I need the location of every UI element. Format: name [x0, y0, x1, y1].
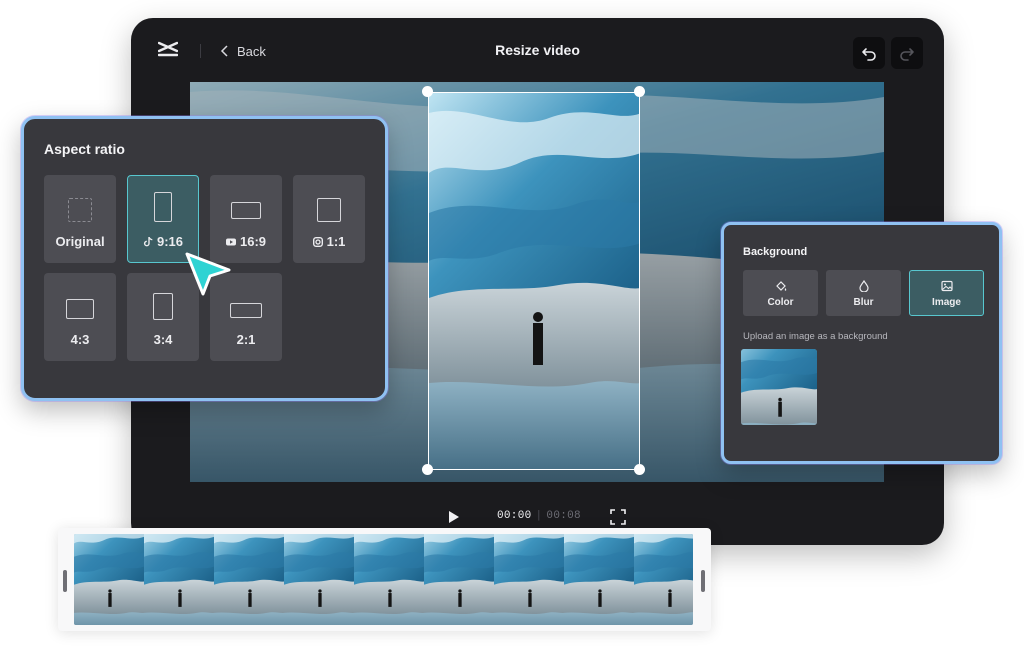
ratio-label: 1:1 — [294, 234, 364, 249]
ratio-shape — [154, 192, 172, 222]
ratio-shape — [68, 198, 92, 222]
background-title: Background — [743, 246, 808, 258]
crop-handle-bottom-right[interactable] — [634, 464, 645, 475]
timeline-frame — [494, 534, 564, 625]
instagram-icon — [312, 236, 323, 247]
current-time: 00:00 — [497, 510, 532, 522]
ratio-shape — [66, 299, 94, 319]
background-option-label: Color — [767, 297, 794, 308]
time-separator: | — [535, 510, 543, 522]
ratio-shape — [153, 293, 173, 320]
crop-handle-top-left[interactable] — [422, 86, 433, 97]
timeline-frame — [424, 534, 494, 625]
thumbnail-image — [741, 349, 817, 425]
ratio-label: 3:4 — [153, 332, 173, 347]
timeline-frames — [74, 534, 693, 625]
background-image-option[interactable]: Image — [909, 270, 984, 316]
image-icon — [941, 280, 953, 292]
youtube-icon — [225, 238, 236, 245]
crop-handle-bottom-left[interactable] — [422, 464, 433, 475]
droplet-icon — [859, 280, 869, 292]
ratio-shape — [230, 303, 262, 318]
ratio-original[interactable]: Original — [44, 175, 116, 263]
redo-icon — [900, 48, 914, 61]
ratio-label: 4:3 — [70, 332, 90, 347]
aspect-ratio-title: Aspect ratio — [44, 141, 125, 157]
ratio-1-1[interactable]: 1:1 — [293, 175, 365, 263]
timeline-frame — [74, 534, 144, 625]
pointer-cursor-icon — [185, 252, 231, 296]
top-bar: Back Resize video — [131, 18, 944, 84]
crop-frame[interactable] — [428, 92, 640, 470]
ratio-shape — [317, 198, 341, 222]
ratio-label: 2:1 — [236, 332, 256, 347]
fullscreen-icon[interactable] — [610, 509, 626, 525]
ratio-label: 16:9 — [211, 234, 281, 249]
redo-button[interactable] — [891, 37, 923, 69]
ratio-shape — [231, 202, 261, 219]
background-option-label: Image — [932, 297, 961, 308]
background-panel: Background Color Blur Image Upload an im… — [721, 222, 1002, 464]
upload-hint: Upload an image as a background — [743, 331, 888, 342]
background-option-label: Blur — [853, 297, 874, 308]
time-display: 00:00 | 00:08 — [497, 510, 581, 522]
stage: Back Resize video 00:00 | 00:08 Aspect r… — [0, 0, 1024, 653]
timeline-frame — [144, 534, 214, 625]
trim-handle-right[interactable] — [701, 570, 705, 592]
duration: 00:08 — [546, 510, 581, 522]
crop-handle-top-right[interactable] — [634, 86, 645, 97]
trim-handle-left[interactable] — [63, 570, 67, 592]
timeline-frame — [214, 534, 284, 625]
background-blur-option[interactable]: Blur — [826, 270, 901, 316]
timeline-frame — [284, 534, 354, 625]
timeline-frame — [354, 534, 424, 625]
background-color-option[interactable]: Color — [743, 270, 818, 316]
undo-button[interactable] — [853, 37, 885, 69]
play-icon[interactable] — [445, 509, 461, 525]
undo-icon — [862, 48, 876, 61]
timeline-strip[interactable] — [58, 528, 711, 631]
tiktok-icon — [143, 236, 153, 246]
page-title: Resize video — [495, 42, 580, 58]
ratio-label: Original — [55, 234, 105, 249]
paint-bucket-icon — [776, 281, 787, 291]
ratio-4-3[interactable]: 4:3 — [44, 273, 116, 361]
background-image-thumbnail[interactable] — [741, 349, 817, 425]
timeline-frame — [634, 534, 693, 625]
timeline-frame — [564, 534, 634, 625]
ratio-label: 9:16 — [128, 234, 198, 249]
cropped-video — [429, 93, 639, 469]
